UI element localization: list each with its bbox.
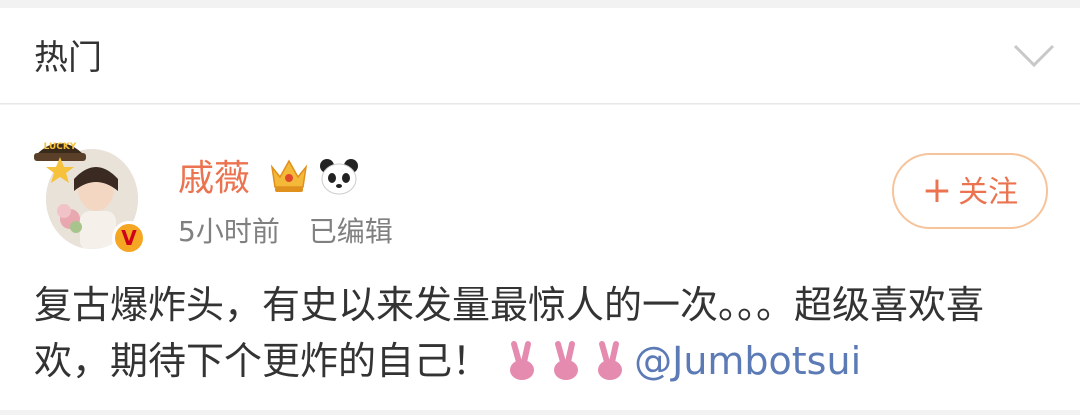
post-time: 5小时前 <box>178 215 280 248</box>
edited-label: 已编辑 <box>308 215 393 248</box>
lucky-hat-icon: LUCKY <box>34 142 86 183</box>
post-text: 复古爆炸头，有史以来发量最惊人的一次。。。超级喜欢喜欢，期待下个更炸的自己！ @… <box>34 277 1044 389</box>
avatar[interactable]: LUCKY V <box>30 125 150 255</box>
mention-link[interactable]: @Jumbotsui <box>634 339 861 383</box>
chevron-down-icon[interactable] <box>1012 42 1056 70</box>
verified-badge-icon: V <box>112 221 146 255</box>
top-strip <box>0 0 1080 8</box>
peace-hand-icon <box>554 341 579 380</box>
post-meta: 5小时前 已编辑 <box>178 215 393 249</box>
peace-hand-icon <box>510 341 535 380</box>
crown-icon[interactable] <box>268 155 310 195</box>
follow-label: 关注 <box>958 175 1019 210</box>
post-card[interactable]: LUCKY V 戚薇 5小时前 已编辑 + 关注 复古爆炸头，有史以来发量最惊人的… <box>0 105 1080 410</box>
plus-icon: + <box>921 170 953 211</box>
follow-button[interactable]: + 关注 <box>892 153 1048 229</box>
username[interactable]: 戚薇 <box>178 157 250 201</box>
section-header[interactable]: 热门 <box>0 8 1080 104</box>
peace-hand-icon <box>598 341 623 380</box>
section-title: 热门 <box>34 38 102 78</box>
panda-icon[interactable] <box>318 157 360 197</box>
lucky-badge-text: LUCKY <box>44 142 77 152</box>
